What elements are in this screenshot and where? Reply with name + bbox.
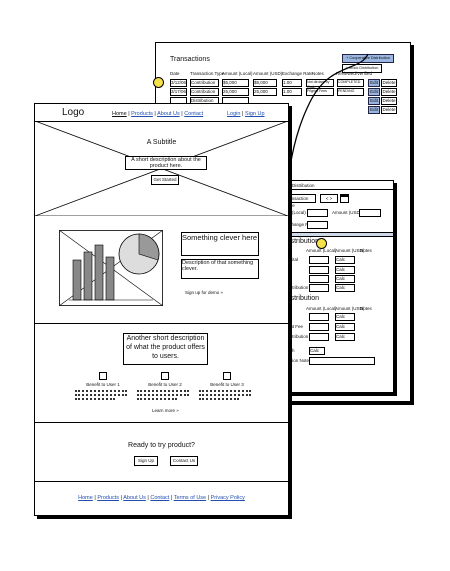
row-local-cell[interactable]: 25,000 xyxy=(222,88,249,96)
row-type-cell[interactable]: Contribution xyxy=(190,88,219,96)
amount-usd-label: Amount (USD) xyxy=(332,210,362,215)
login-link[interactable]: Login xyxy=(227,111,240,117)
auth-links: Login | Sign Up xyxy=(227,111,265,117)
cta-sign-up-button[interactable]: Sign Up xyxy=(134,456,158,466)
row-delete-button[interactable]: Delete xyxy=(381,79,397,87)
row-delete-button[interactable]: Delete xyxy=(381,88,397,96)
cta-title: Ready to try product? xyxy=(128,442,195,449)
learn-more-link[interactable]: Learn more » xyxy=(152,408,179,413)
row-date-cell[interactable]: 3/12/06 xyxy=(170,79,187,87)
footer-about[interactable]: About Us xyxy=(123,495,146,501)
footer-privacy[interactable]: Privacy Policy xyxy=(211,495,245,501)
amount-local-label: (Local) xyxy=(292,210,306,215)
footer-terms[interactable]: Terms of Use xyxy=(174,495,206,501)
get-started-button[interactable]: Get Started xyxy=(151,175,179,185)
section2-local-input[interactable] xyxy=(309,313,329,321)
benefit-2-title: Benefit to User 2 xyxy=(148,382,182,387)
amount-local-input[interactable] xyxy=(307,209,328,217)
feature-description: Description of that something clever. xyxy=(181,259,259,279)
section1-calc: Calc xyxy=(335,275,355,283)
row-local-cell[interactable]: $5,000 xyxy=(222,79,249,87)
footer-contact[interactable]: Contact xyxy=(150,495,169,501)
demo-signup-link[interactable]: Sign up for demo » xyxy=(185,290,223,295)
transaction-note-input[interactable] xyxy=(309,357,375,365)
transactions-title: Transactions xyxy=(170,56,210,63)
distribution-form-divider xyxy=(280,232,393,237)
section2-local-input[interactable] xyxy=(309,333,329,341)
footer-nav: Home | Products | About Us | Contact | T… xyxy=(78,495,245,501)
distribution-form-sheet: Distribution Transaction Type < > (Local… xyxy=(279,180,394,393)
landing-page-sheet: Logo Home | Products | About Us | Contac… xyxy=(34,103,289,516)
cash-calc: Calc xyxy=(309,347,325,355)
benefit-1-title: Benefit to User 1 xyxy=(86,382,120,387)
col-local: Amount (Local) xyxy=(222,71,253,76)
section2-local-input[interactable] xyxy=(309,323,329,331)
benefit-2-text xyxy=(137,398,177,402)
benefit-2-checkbox[interactable] xyxy=(161,372,169,380)
nav-contact[interactable]: Contact xyxy=(184,111,203,117)
benefit-3-text xyxy=(199,398,239,402)
section2-calc: Calc xyxy=(335,313,355,321)
row-delete-button[interactable]: Delete xyxy=(381,97,397,105)
sign-up-link[interactable]: Sign Up xyxy=(245,111,265,117)
hero-description: A short description about the product he… xyxy=(125,156,207,170)
feature-title: Something clever here xyxy=(181,232,259,256)
section2-title: Distribution xyxy=(284,295,320,302)
exchange-rate-input[interactable] xyxy=(307,221,328,229)
section2-calc: Calc xyxy=(335,333,355,341)
benefit-1-text xyxy=(75,398,115,402)
section1-local-input[interactable] xyxy=(309,256,329,264)
footer-products[interactable]: Products xyxy=(97,495,119,501)
nav-products[interactable]: Products xyxy=(131,111,153,117)
main-nav: Home | Products | About Us | Contact xyxy=(112,111,204,117)
annotation-marker xyxy=(153,77,164,88)
section2-header: Amount (Local) xyxy=(306,306,337,311)
section1-local-input[interactable] xyxy=(309,284,329,292)
section1-header: Amount (Local) xyxy=(306,248,337,253)
section2-header: Notes xyxy=(360,306,372,311)
section1-calc: Calc xyxy=(335,266,355,274)
row-type-cell[interactable]: Contribution xyxy=(190,79,219,87)
nav-home[interactable]: Home xyxy=(112,111,127,117)
section1-local-input[interactable] xyxy=(309,266,329,274)
row-date-cell[interactable]: 3/17/06 xyxy=(170,88,187,96)
section1-header: Notes xyxy=(360,248,372,253)
col-type: Transaction Type xyxy=(190,71,225,76)
section1-local-input[interactable] xyxy=(309,275,329,283)
amount-usd-input[interactable] xyxy=(359,209,381,217)
footer-home[interactable]: Home xyxy=(78,495,93,501)
logo[interactable]: Logo xyxy=(62,107,84,119)
benefit-3-checkbox[interactable] xyxy=(223,372,231,380)
row-delete-button[interactable]: Delete xyxy=(381,106,397,114)
section1-calc: Calc xyxy=(335,256,355,264)
cta-contact-button[interactable]: Contact Us xyxy=(170,456,198,466)
nav-about[interactable]: About Us xyxy=(157,111,180,117)
col-date: Date xyxy=(170,71,180,76)
feature-chart-illustration xyxy=(59,230,163,306)
benefit-3-title: Benefit to User 3 xyxy=(210,382,244,387)
section2-calc: Calc xyxy=(335,323,355,331)
section1-title: Distribution xyxy=(284,238,320,245)
hero-subtitle: A Subtitle xyxy=(146,139,177,146)
benefit-1-checkbox[interactable] xyxy=(99,372,107,380)
section1-calc: Calc xyxy=(335,284,355,292)
offer-description: Another short description of what the pr… xyxy=(123,333,208,365)
